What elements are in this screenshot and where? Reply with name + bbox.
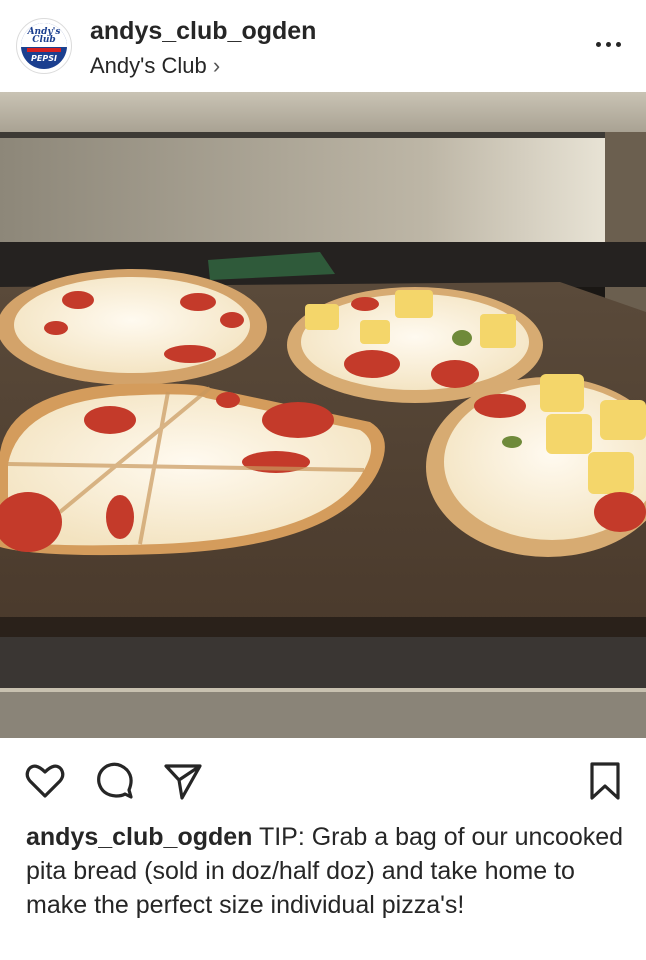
bookmark-icon[interactable] [584, 760, 626, 802]
location-label: Andy's Club [90, 53, 207, 78]
avatar[interactable]: Andy's Club PEPSI [16, 18, 72, 74]
avatar-brand-text: PEPSI [31, 54, 57, 63]
chevron-right-icon: › [212, 53, 221, 78]
post-location[interactable]: Andy's Club › [90, 53, 220, 79]
post-action-bar [0, 738, 646, 822]
post-caption: andys_club_ogden TIP: Grab a bag of our … [26, 820, 626, 922]
more-horizontal-icon[interactable] [594, 38, 624, 52]
photo-pizzas-on-tray [0, 92, 646, 738]
avatar-logo: Andy's Club PEPSI [21, 23, 67, 69]
caption-username[interactable]: andys_club_ogden [26, 823, 252, 851]
post-photo[interactable] [0, 92, 646, 738]
avatar-logo-text: Andy's Club [27, 27, 61, 45]
paper-plane-icon[interactable] [162, 760, 204, 802]
post-header: Andy's Club PEPSI andys_club_ogden Andy'… [0, 0, 646, 92]
post-username[interactable]: andys_club_ogden [90, 17, 316, 46]
heart-outline-icon[interactable] [24, 760, 66, 802]
comment-bubble-icon[interactable] [94, 760, 136, 802]
